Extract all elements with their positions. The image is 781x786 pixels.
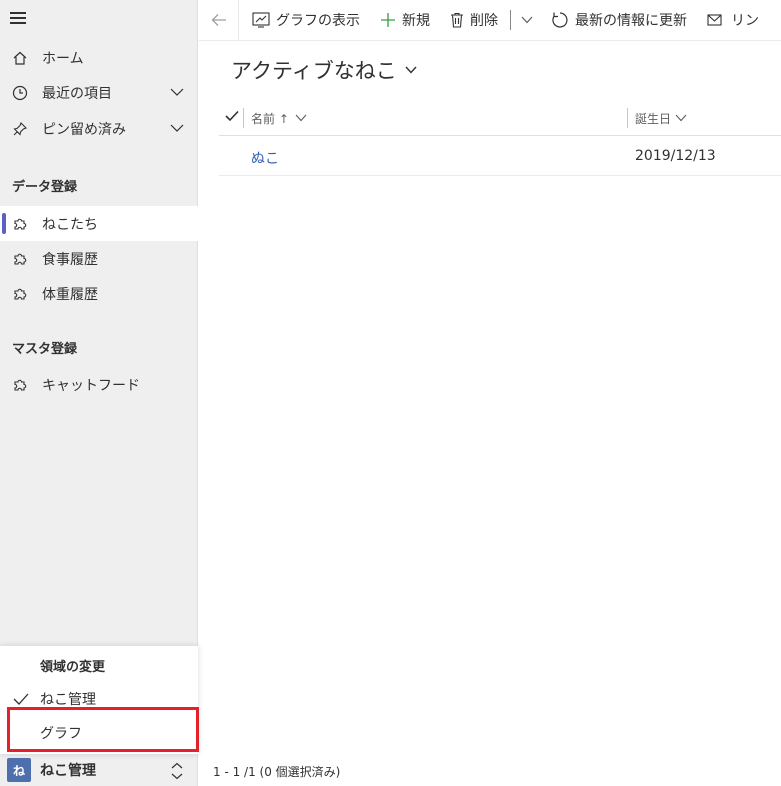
- column-divider: [243, 108, 244, 128]
- new-button[interactable]: 新規: [370, 0, 440, 41]
- column-header-label: 名前 ↑: [251, 111, 289, 126]
- sidebar-item-label: キャットフード: [42, 377, 140, 394]
- sidebar-item-meals[interactable]: 食事履歴: [0, 241, 198, 276]
- arrow-left-icon: [211, 14, 226, 26]
- chevron-updown-icon[interactable]: [170, 762, 184, 780]
- sidebar-item-catfood[interactable]: キャットフード: [0, 367, 198, 402]
- pin-icon: [10, 119, 30, 139]
- grid-header: 名前 ↑ 誕生日: [219, 100, 781, 136]
- area-item-label: ねこ管理: [40, 692, 96, 708]
- refresh-button[interactable]: 最新の情報に更新: [541, 0, 697, 41]
- record-count-status: 1 - 1 /1 (0 個選択済み): [213, 765, 341, 779]
- puzzle-icon: [10, 284, 30, 304]
- view-selector[interactable]: アクティブなねこ: [231, 55, 417, 85]
- sidebar-item-pinned[interactable]: ピン留め済み: [0, 111, 198, 146]
- table-row[interactable]: ぬこ 2019/12/13: [219, 137, 781, 176]
- section-title-data: データ登録: [12, 180, 78, 195]
- sidebar-item-label: 体重履歴: [42, 286, 98, 303]
- puzzle-icon: [10, 375, 30, 395]
- trash-icon: [450, 12, 464, 28]
- view-title: アクティブなねこ: [231, 59, 397, 83]
- toolbar-divider: [510, 10, 511, 30]
- chevron-down-icon: [675, 114, 687, 122]
- column-header-label: 誕生日: [635, 111, 672, 126]
- column-header-birthday[interactable]: 誕生日: [635, 100, 687, 136]
- chevron-down-icon[interactable]: [170, 85, 184, 99]
- puzzle-icon: [10, 214, 30, 234]
- select-all-checkmark-icon[interactable]: [225, 110, 239, 126]
- highlight-annotation-box: [7, 707, 199, 752]
- sidebar-item-label: 食事履歴: [42, 251, 98, 268]
- home-icon: [10, 48, 30, 68]
- more-dropdown-button[interactable]: [513, 0, 541, 41]
- area-switcher-label: ねこ管理: [40, 763, 96, 779]
- puzzle-icon: [10, 249, 30, 269]
- clock-icon: [10, 83, 30, 103]
- section-title-master: マスタ登録: [12, 342, 78, 357]
- command-bar: グラフの表示 新規 削除 最新の情報に更新 リン: [199, 0, 781, 41]
- cell-birthday: 2019/12/13: [635, 148, 716, 164]
- sidebar-item-label: ホーム: [42, 50, 84, 67]
- cell-name-link[interactable]: ぬこ: [251, 148, 279, 168]
- column-divider: [627, 108, 628, 128]
- chevron-down-icon: [295, 114, 307, 122]
- delete-button[interactable]: 削除: [440, 0, 508, 41]
- sidebar-item-weights[interactable]: 体重履歴: [0, 276, 198, 311]
- chevron-down-icon: [521, 16, 533, 24]
- email-link-button[interactable]: リン: [697, 0, 759, 41]
- column-header-name[interactable]: 名前 ↑: [251, 100, 307, 136]
- sidebar-item-label: 最近の項目: [42, 85, 112, 102]
- back-button[interactable]: [199, 0, 239, 41]
- chevron-down-icon[interactable]: [170, 121, 184, 135]
- sidebar-item-label: ピン留め済み: [42, 121, 126, 138]
- checkmark-icon: [6, 693, 36, 705]
- refresh-icon: [551, 11, 569, 29]
- sidebar-item-label: ねこたち: [42, 216, 98, 233]
- hamburger-menu-icon[interactable]: [10, 12, 28, 26]
- area-switcher[interactable]: ね ねこ管理: [0, 754, 198, 786]
- sidebar: ホーム 最近の項目 ピン留め済み データ登録 ねこたち 食事履歴 体重履歴 マス…: [0, 0, 199, 786]
- chevron-down-icon: [405, 66, 417, 74]
- sidebar-item-recent[interactable]: 最近の項目: [0, 75, 198, 110]
- area-avatar: ね: [7, 758, 31, 782]
- sidebar-item-cats[interactable]: ねこたち: [0, 206, 198, 241]
- plus-icon: [380, 12, 396, 28]
- sidebar-item-home[interactable]: ホーム: [0, 40, 198, 75]
- mail-link-icon: [707, 13, 725, 27]
- area-menu-title: 領域の変更: [40, 660, 106, 675]
- chart-icon: [252, 12, 270, 28]
- show-chart-button[interactable]: グラフの表示: [239, 0, 370, 41]
